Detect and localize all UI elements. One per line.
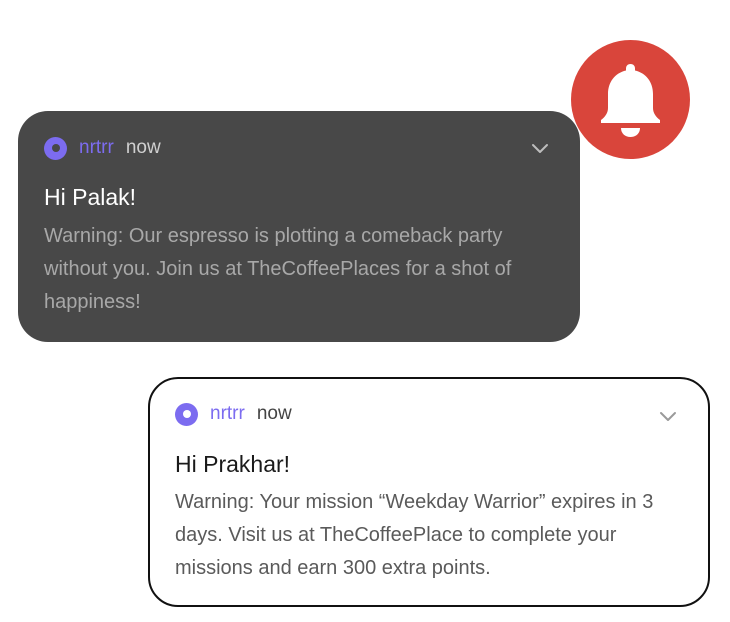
notification-time: now <box>256 403 292 424</box>
chevron-down-icon[interactable] <box>658 409 678 423</box>
notification-card-prakhar[interactable]: nrtrr now Hi Prakhar! Warning: Your miss… <box>148 377 710 607</box>
notification-header: nrtrr now <box>175 401 292 427</box>
notification-time: now <box>125 137 161 158</box>
bell-icon <box>601 64 660 137</box>
notification-card-palak[interactable]: nrtrr now Hi Palak! Warning: Our espress… <box>18 111 580 342</box>
app-icon <box>175 402 198 426</box>
notification-title: Hi Prakhar! <box>175 451 291 477</box>
notification-header: nrtrr now <box>44 135 161 161</box>
bell-badge <box>571 40 690 159</box>
notification-title: Hi Palak! <box>44 184 137 210</box>
app-name: nrtrr <box>79 137 114 158</box>
app-name: nrtrr <box>210 403 245 424</box>
chevron-down-icon[interactable] <box>530 141 550 155</box>
app-icon <box>44 136 67 160</box>
notification-body: Warning: Our espresso is plotting a come… <box>44 225 512 313</box>
notification-body: Warning: Your mission “Weekday Warrior” … <box>175 491 654 579</box>
